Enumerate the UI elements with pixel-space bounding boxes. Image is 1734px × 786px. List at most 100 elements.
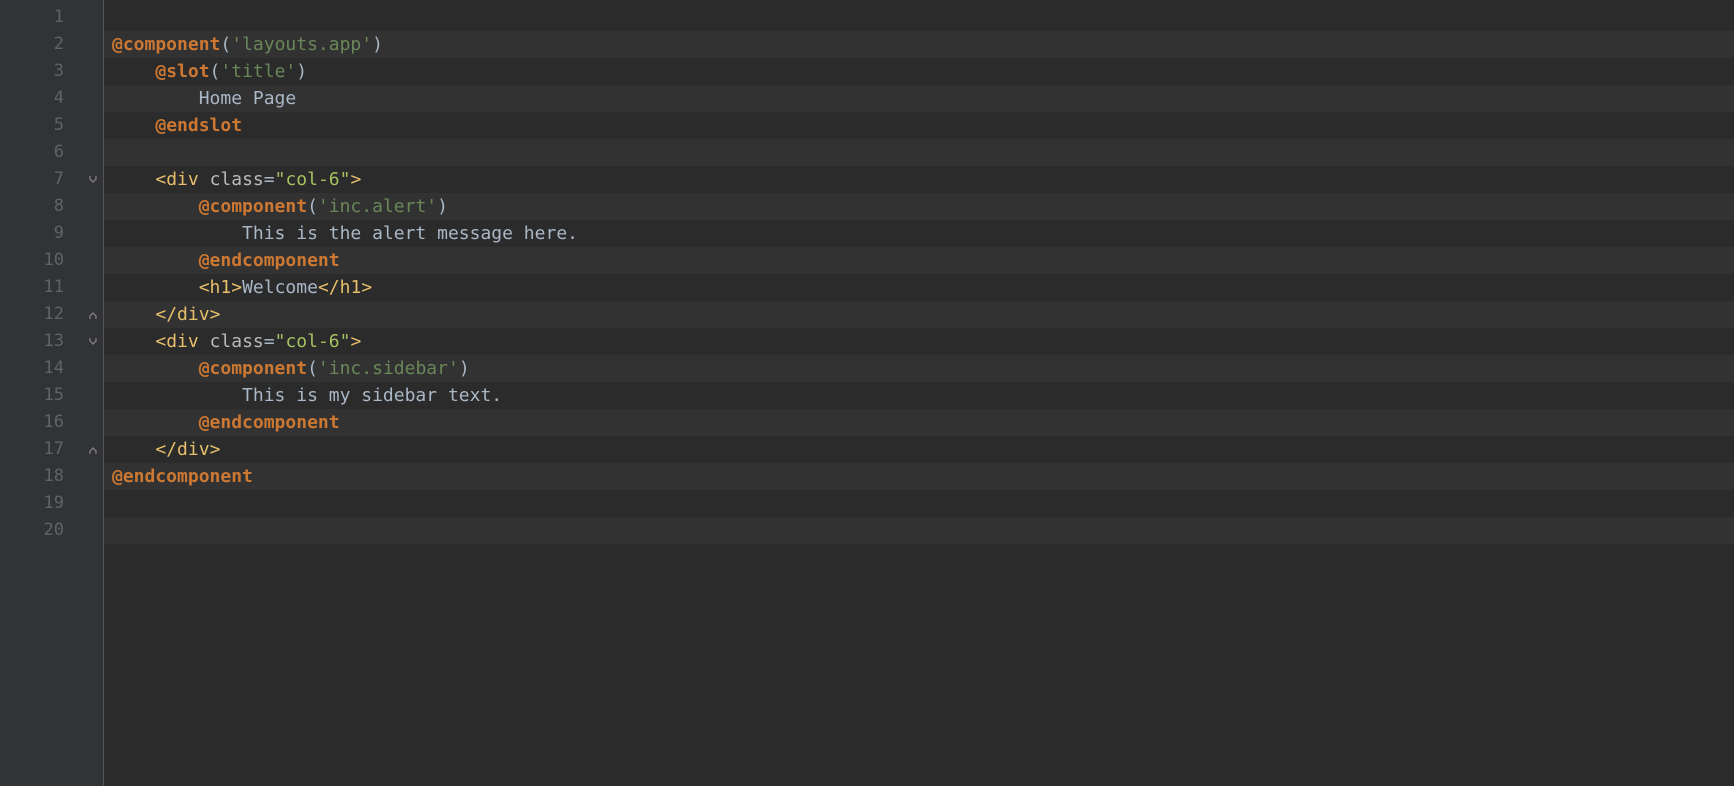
line-number: 4 [0,85,82,112]
code-line[interactable]: @endcomponent [104,463,1734,490]
code-token: @slot [155,61,209,82]
code-token: > [210,439,221,460]
code-token: ( [210,61,221,82]
code-token: < [199,277,210,298]
line-number: 3 [0,58,82,85]
code-token: </ [318,277,340,298]
code-token: @endcomponent [199,250,340,271]
code-line[interactable] [104,490,1734,517]
line-number: 11 [0,274,82,301]
line-number: 6 [0,139,82,166]
code-token: @endcomponent [199,412,340,433]
line-number: 10 [0,247,82,274]
line-number: 12 [0,301,82,328]
code-line[interactable]: <h1>Welcome</h1> [104,274,1734,301]
code-token [112,304,155,325]
code-token: ) [459,358,470,379]
code-token: class [210,331,264,352]
code-token: > [231,277,242,298]
fold-open-icon[interactable] [85,328,101,355]
code-token: </ [155,304,177,325]
code-token: h1 [210,277,232,298]
code-token: 'inc.alert' [318,196,437,217]
line-number: 16 [0,409,82,436]
code-line[interactable]: @component('inc.alert') [104,193,1734,220]
code-token: < [155,331,166,352]
line-number: 14 [0,355,82,382]
code-line[interactable] [104,517,1734,544]
code-token [112,358,199,379]
fold-close-icon[interactable] [85,436,101,463]
code-token: ) [372,34,383,55]
code-token: > [350,169,361,190]
code-token: This is my sidebar text. [112,385,502,406]
code-line[interactable]: <div class="col-6"> [104,328,1734,355]
code-line[interactable]: </div> [104,301,1734,328]
code-token [112,115,155,136]
code-token: > [210,304,221,325]
code-area[interactable]: @component('layouts.app') @slot('title')… [104,0,1734,786]
code-token: </ [155,439,177,460]
code-line[interactable]: Home Page [104,85,1734,112]
code-token [112,250,199,271]
code-token: @endcomponent [112,466,253,487]
code-token: ( [307,358,318,379]
code-token [112,277,199,298]
fold-close-icon[interactable] [85,301,101,328]
code-token: ) [296,61,307,82]
line-number: 7 [0,166,82,193]
code-token: @component [199,196,307,217]
code-token: 'layouts.app' [231,34,372,55]
line-number: 13 [0,328,82,355]
code-editor[interactable]: 1234567891011121314151617181920 @compone… [0,0,1734,786]
code-token: " [340,169,351,190]
code-line[interactable] [104,4,1734,31]
line-number: 5 [0,112,82,139]
code-token: ) [437,196,448,217]
code-line[interactable]: </div> [104,436,1734,463]
code-token: h1 [340,277,362,298]
code-token [112,196,199,217]
code-token: @component [112,34,220,55]
code-token: 'inc.sidebar' [318,358,459,379]
line-number-gutter: 1234567891011121314151617181920 [0,0,82,786]
code-token: div [177,304,210,325]
code-token: div [166,331,209,352]
code-token [112,439,155,460]
line-number: 2 [0,31,82,58]
code-line[interactable]: <div class="col-6"> [104,166,1734,193]
code-token: This is the alert message here. [112,223,578,244]
code-token: @component [199,358,307,379]
code-token: ( [220,34,231,55]
fold-open-icon[interactable] [85,166,101,193]
code-token [112,331,155,352]
code-token: = [264,169,275,190]
fold-gutter [82,0,104,786]
line-number: 15 [0,382,82,409]
code-token: " [275,331,286,352]
code-token [112,169,155,190]
code-token: div [177,439,210,460]
code-line[interactable]: This is the alert message here. [104,220,1734,247]
code-line[interactable]: @component('layouts.app') [104,31,1734,58]
code-token: ( [307,196,318,217]
code-line[interactable]: @endcomponent [104,247,1734,274]
code-line[interactable]: @endcomponent [104,409,1734,436]
line-number: 8 [0,193,82,220]
code-token [112,412,199,433]
code-token: = [264,331,275,352]
code-line[interactable]: @slot('title') [104,58,1734,85]
code-line[interactable]: This is my sidebar text. [104,382,1734,409]
line-number: 1 [0,4,82,31]
code-token: > [361,277,372,298]
code-token: > [350,331,361,352]
line-number: 9 [0,220,82,247]
code-token: 'title' [220,61,296,82]
line-number: 18 [0,463,82,490]
code-line[interactable]: @endslot [104,112,1734,139]
code-token: < [155,169,166,190]
code-line[interactable]: @component('inc.sidebar') [104,355,1734,382]
code-line[interactable] [104,139,1734,166]
code-token: class [210,169,264,190]
line-number: 19 [0,490,82,517]
